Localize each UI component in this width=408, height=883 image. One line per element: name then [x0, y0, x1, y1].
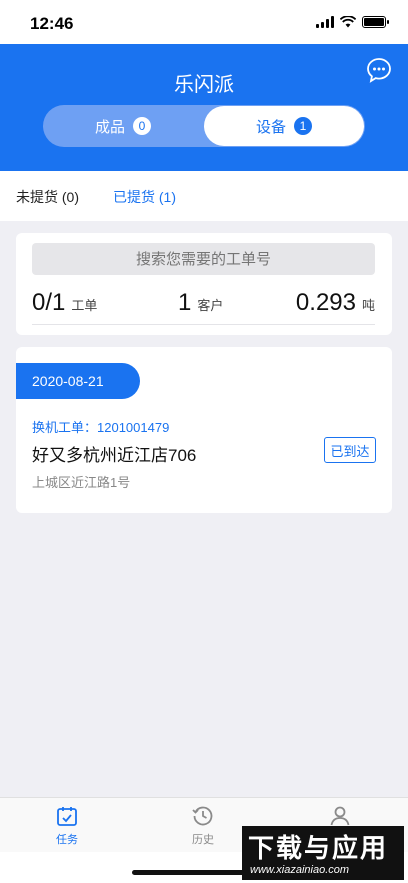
segment-label: 设备 [255, 118, 286, 136]
history-clock-icon [192, 806, 213, 826]
status-icons [316, 16, 389, 28]
stat-unit: 工单 [71, 298, 98, 313]
stats-row: 0/1 工单 1 客户 0.293 吨 [32, 285, 375, 325]
tab-tasks[interactable]: 任务 [27, 804, 107, 847]
watermark-title: 下载与应用 [248, 834, 389, 864]
tab-history[interactable]: 历史 [163, 804, 243, 847]
cellular-signal-icon [316, 16, 334, 28]
watermark-url: www.xiazainiao.com [250, 864, 350, 876]
order-number: 换机工单：1201001479 [32, 420, 170, 435]
calendar-check-icon [57, 807, 77, 826]
app-title: 乐闪派 [174, 74, 234, 96]
stat-value: 1 [178, 289, 192, 316]
tab-not-picked-up[interactable]: 未提货 (0) [16, 187, 79, 207]
store-name: 好又多杭州近江店706 [32, 446, 197, 465]
arrived-status-button[interactable]: 已到达 [324, 437, 376, 463]
segment-finished-goods[interactable]: 成品 0 [43, 105, 203, 147]
user-icon [330, 806, 350, 826]
status-time: 12:46 [30, 14, 74, 33]
stat-orders: 0/1 工单 [32, 289, 97, 317]
segment-count-badge: 0 [133, 117, 151, 135]
tab-picked-up[interactable]: 已提货 (1) [113, 187, 176, 207]
tab-label: 任务 [56, 834, 78, 846]
stat-unit: 客户 [197, 298, 224, 313]
store-address: 上城区近江路1号 [32, 475, 131, 490]
status-bar: 12:46 [0, 0, 408, 44]
segment-label: 成品 [94, 118, 125, 136]
order-card[interactable]: 2020-08-21 换机工单：1201001479 好又多杭州近江店706 上… [16, 347, 392, 513]
stat-weight: 0.293 吨 [296, 289, 375, 317]
category-segmented-control: 成品 0 设备 1 [43, 105, 365, 147]
stat-value: 0.293 [295, 289, 356, 316]
stat-unit: 吨 [361, 298, 375, 313]
segment-count-badge: 1 [294, 117, 312, 135]
order-date-tag: 2020-08-21 [16, 363, 140, 399]
chat-bubble-icon[interactable] [366, 57, 392, 83]
tab-label: 历史 [192, 834, 214, 846]
battery-icon [362, 16, 389, 28]
header: 乐闪派 成品 0 设备 1 [0, 44, 408, 171]
segment-equipment[interactable]: 设备 1 [204, 106, 364, 146]
summary-card: 0/1 工单 1 客户 0.293 吨 [16, 233, 392, 335]
wifi-icon [340, 16, 356, 28]
stat-value: 0/1 [32, 289, 66, 316]
watermark-logo: 下载与应用 www.xiazainiao.com [242, 826, 404, 880]
search-input[interactable] [32, 243, 375, 275]
pickup-status-tabs: 未提货 (0) 已提货 (1) [0, 171, 408, 221]
stat-customers: 1 客户 [178, 289, 223, 317]
